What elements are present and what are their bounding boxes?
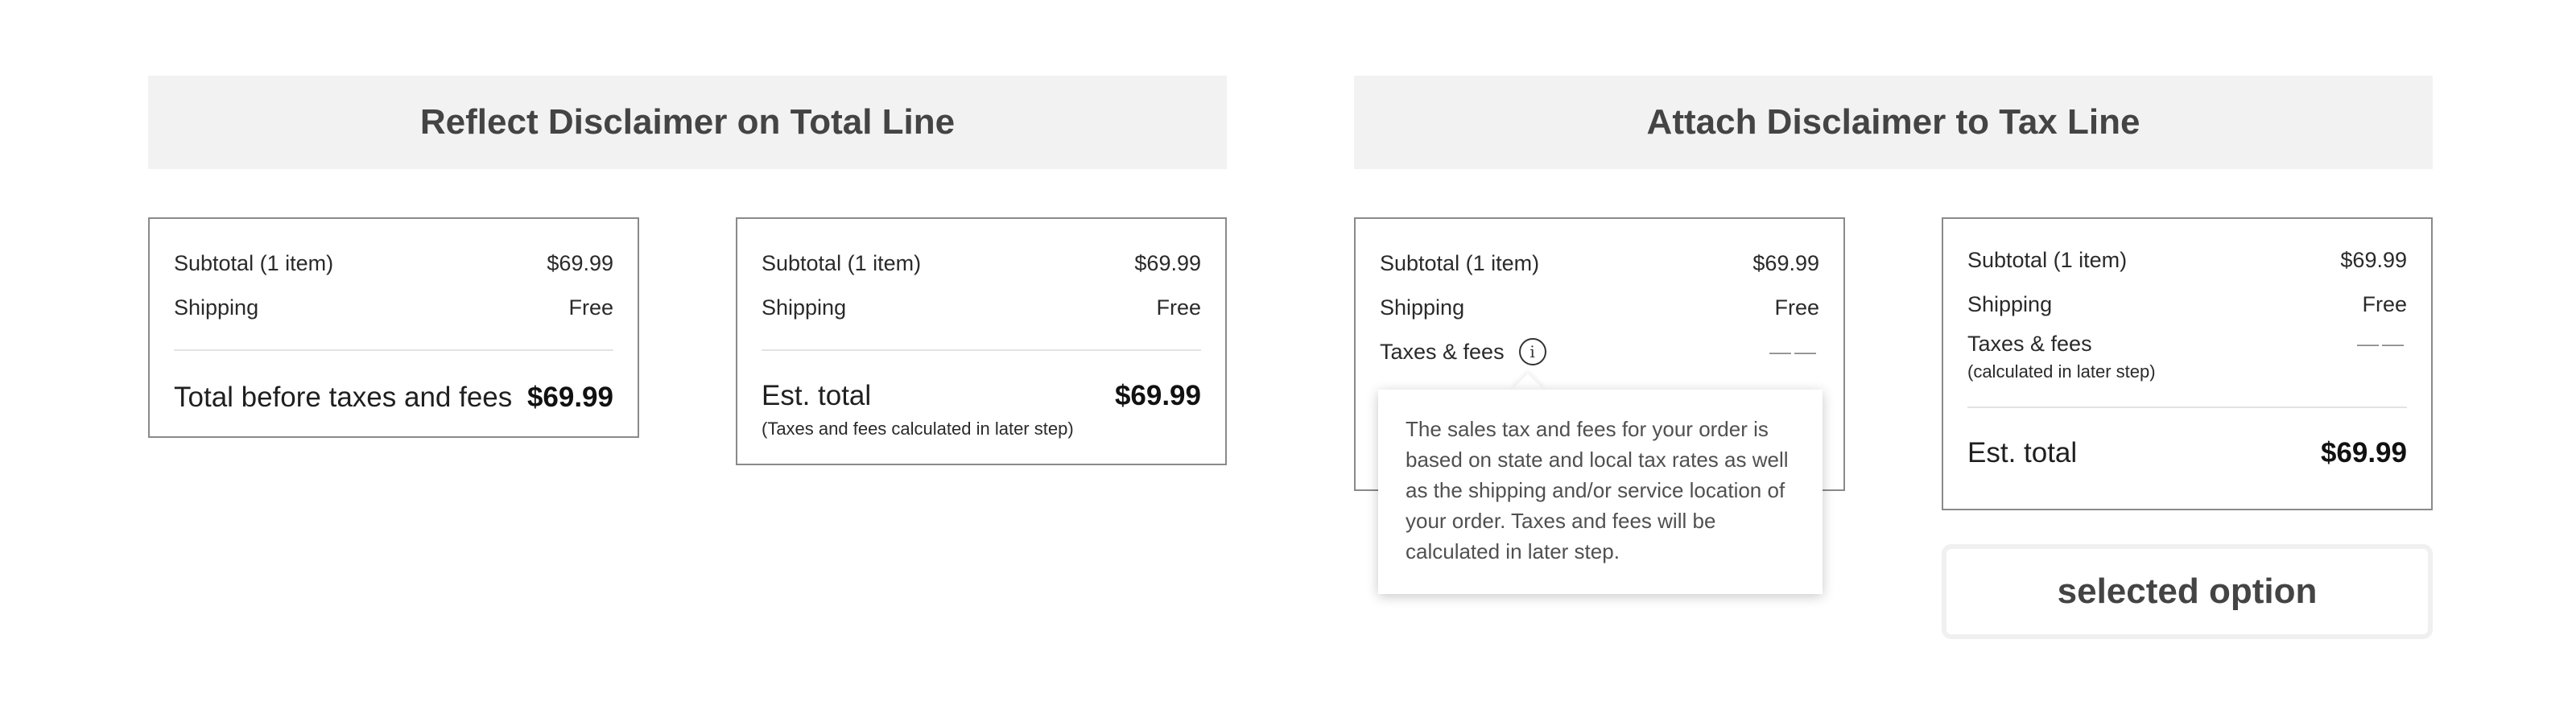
- info-icon[interactable]: i: [1518, 338, 1546, 365]
- shipping-value: Free: [1774, 295, 1819, 320]
- subtotal-label: Subtotal (1 item): [1380, 251, 1540, 275]
- total-row: Total before taxes and fees $69.99: [174, 382, 613, 414]
- taxes-label-group: Taxes & fees i: [1380, 338, 1546, 365]
- taxes-label-group: Taxes & fees (calculated in later step): [1967, 332, 2156, 382]
- taxes-value-placeholder: ——: [1769, 339, 1819, 364]
- tax-disclaimer-tooltip: The sales tax and fees for your order is…: [1378, 390, 1823, 594]
- subtotal-value: $69.99: [547, 251, 613, 275]
- order-summary-tax-subtext: Subtotal (1 item) $69.99 Shipping Free T…: [1942, 217, 2433, 510]
- shipping-row: Shipping Free: [1967, 292, 2407, 317]
- total-disclaimer-note: (Taxes and fees calculated in later step…: [762, 419, 1074, 439]
- taxes-value-placeholder: ——: [2357, 332, 2407, 356]
- divider: [762, 349, 1201, 351]
- subtotal-label: Subtotal (1 item): [174, 251, 334, 275]
- total-label: Est. total: [762, 380, 872, 411]
- shipping-label: Shipping: [174, 295, 259, 320]
- shipping-row: Shipping Free: [174, 295, 613, 320]
- taxes-disclaimer-subtext: (calculated in later step): [1967, 361, 2156, 382]
- shipping-value: Free: [2362, 292, 2407, 316]
- subtotal-label: Subtotal (1 item): [1967, 248, 2128, 272]
- taxes-row: Taxes & fees i ——: [1380, 338, 1819, 365]
- subtotal-row: Subtotal (1 item) $69.99: [762, 251, 1201, 276]
- total-label: Est. total: [1967, 437, 2078, 468]
- shipping-label: Shipping: [762, 295, 847, 320]
- subtotal-value: $69.99: [1134, 251, 1201, 275]
- total-row: Est. total $69.99: [1967, 437, 2407, 469]
- order-summary-total-before-taxes: Subtotal (1 item) $69.99 Shipping Free T…: [148, 217, 639, 438]
- taxes-label: Taxes & fees: [1967, 332, 2092, 356]
- divider: [174, 349, 613, 351]
- section-title-tax-line: Attach Disclaimer to Tax Line: [1354, 76, 2433, 169]
- subtotal-row: Subtotal (1 item) $69.99: [1380, 251, 1819, 276]
- selected-option-badge: selected option: [1942, 544, 2433, 639]
- shipping-row: Shipping Free: [1380, 295, 1819, 320]
- subtotal-value: $69.99: [2340, 248, 2407, 272]
- total-value: $69.99: [2320, 437, 2407, 468]
- divider: [1967, 406, 2407, 408]
- total-value: $69.99: [1114, 380, 1201, 411]
- taxes-row: Taxes & fees (calculated in later step) …: [1967, 332, 2407, 382]
- total-value: $69.99: [526, 382, 613, 413]
- subtotal-label: Subtotal (1 item): [762, 251, 922, 275]
- comparison-canvas: Reflect Disclaimer on Total Line Attach …: [0, 0, 2576, 718]
- subtotal-row: Subtotal (1 item) $69.99: [174, 251, 613, 276]
- subtotal-value: $69.99: [1752, 251, 1819, 275]
- taxes-label: Taxes & fees: [1380, 339, 1505, 364]
- shipping-row: Shipping Free: [762, 295, 1201, 320]
- shipping-value: Free: [1156, 295, 1201, 320]
- shipping-label: Shipping: [1967, 292, 2053, 316]
- shipping-label: Shipping: [1380, 295, 1465, 320]
- total-label: Total before taxes and fees: [174, 382, 513, 413]
- shipping-value: Free: [568, 295, 613, 320]
- total-row: Est. total $69.99: [762, 380, 1201, 412]
- subtotal-row: Subtotal (1 item) $69.99: [1967, 248, 2407, 273]
- section-title-total-line: Reflect Disclaimer on Total Line: [148, 76, 1227, 169]
- order-summary-est-total-note: Subtotal (1 item) $69.99 Shipping Free E…: [736, 217, 1227, 465]
